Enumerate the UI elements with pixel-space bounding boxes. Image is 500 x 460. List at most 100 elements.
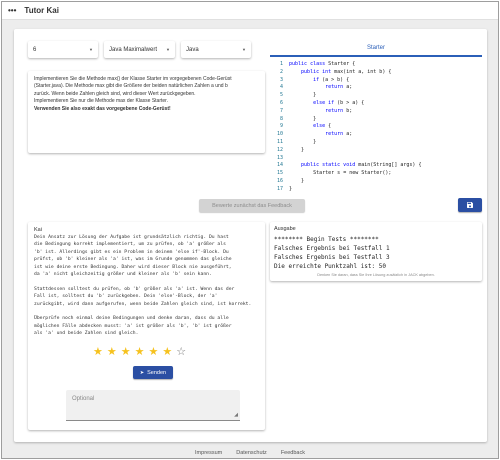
code-keyword: return	[289, 84, 347, 91]
code-line: 14 public static void main(String[] args…	[270, 162, 482, 170]
kai-feedback-line: zurückgibt, wird dann aufgerufen, wenn b…	[34, 301, 252, 307]
star-filled-icon[interactable]: ★	[121, 347, 131, 358]
code-keyword: public static void	[289, 162, 359, 169]
output-line: Die erreichte Punktzahl ist: 50	[274, 263, 386, 270]
main-card: 6 ▼ Java Maximalwert ▼ Java ▼ Implementi…	[14, 29, 487, 442]
footer-link-datenschutz[interactable]: Datenschutz	[236, 450, 267, 456]
save-button[interactable]	[458, 198, 482, 212]
line-number: 17	[276, 185, 283, 192]
code-text: a;	[346, 84, 353, 91]
send-button[interactable]: ➤ Senden	[133, 366, 173, 379]
line-number: 6	[279, 99, 283, 106]
kai-feedback-panel: Kai Dein Ansatz zur Lösung der Aufgabe i…	[28, 222, 265, 430]
line-number: 10	[276, 131, 283, 138]
line-number: 4	[279, 84, 283, 91]
kai-feedback-line: möglichen Fälle abdecken musst: 'a' ist …	[34, 323, 232, 329]
kai-feedback-line	[34, 308, 260, 315]
code-text: max(int a, int b) {	[334, 68, 392, 75]
kai-feedback-line: prüfst, ob 'b' kleiner als 'a' ist, was …	[34, 257, 232, 263]
star-filled-icon[interactable]: ★	[135, 347, 145, 358]
task-line: Implementieren Sie nur die Methode max d…	[34, 98, 168, 105]
app-bar: ••• Tutor Kai	[2, 2, 498, 20]
code-text: main(String[] args) {	[358, 162, 422, 169]
line-number: 2	[279, 68, 283, 75]
output-panel: Ausgabe ******** Begin Tests ******** Fal…	[270, 222, 482, 281]
code-line: 5 }	[270, 92, 482, 100]
caret-down-icon: ▼	[242, 47, 246, 52]
star-empty-icon[interactable]: ☆	[176, 347, 186, 358]
code-text: }	[289, 146, 305, 153]
caret-down-icon: ▼	[89, 47, 93, 52]
app-frame: ••• Tutor Kai 6 ▼ Java Maximalwert ▼ Jav…	[1, 1, 499, 459]
output-line: Falsches Ergebnis bei Testfall 3	[274, 254, 390, 261]
send-label: Senden	[147, 369, 167, 376]
caret-down-icon: ▼	[166, 47, 170, 52]
code-editor[interactable]: 1 public class Starter {2 public int max(…	[270, 60, 482, 210]
code-text: a;	[346, 131, 353, 138]
language-value: Java	[186, 46, 199, 53]
code-line: 6 else if (b > a) {	[270, 100, 482, 108]
kai-feedback-line: die Bedingung korrekt implementiert, um …	[34, 242, 226, 248]
line-number: 9	[279, 123, 283, 130]
optional-comment-field[interactable]: Optional ◢	[66, 390, 240, 421]
code-line: 17}	[270, 186, 482, 194]
tab-starter-label: Starter	[366, 45, 385, 51]
kai-feedback-line: da 'a' nicht gleichzeitig größer und kle…	[34, 271, 212, 277]
star-filled-icon[interactable]: ★	[162, 347, 172, 358]
code-line: 11 }	[270, 139, 482, 147]
kai-feedback-line: Fall ist, solltest du 'b' zurückgeben. D…	[34, 294, 218, 300]
line-number: 14	[276, 162, 283, 169]
line-number: 12	[276, 146, 283, 153]
task-description: Implementieren Sie die Methode max() der…	[28, 71, 265, 153]
footer-link-impressum[interactable]: Impressum	[195, 450, 222, 456]
line-number: 16	[276, 177, 283, 184]
kai-feedback-line: Stattdessen solltest du prüfen, ob 'b' g…	[34, 286, 235, 292]
task-line: zurück. Wenn beide Zahlen gleich sind, w…	[34, 90, 196, 97]
code-keyword: return	[289, 131, 347, 138]
tab-starter[interactable]: Starter	[270, 41, 482, 57]
task-line-emphasis: Verwenden Sie also exakt das vorgegebene…	[34, 105, 171, 112]
line-number: 3	[279, 76, 283, 83]
code-text: (b > a) {	[337, 99, 365, 106]
code-line: 15 Starter s = new Starter();	[270, 170, 482, 178]
task-number-select[interactable]: 6 ▼	[28, 41, 98, 58]
kai-feedback-text: Dein Ansatz zur Lösung der Aufgabe ist g…	[34, 234, 260, 337]
code-keyword: else	[289, 123, 329, 130]
footer-link-feedback[interactable]: Feedback	[281, 450, 305, 456]
app-title: Tutor Kai	[24, 6, 59, 15]
star-filled-icon[interactable]: ★	[149, 347, 159, 358]
resize-handle-icon[interactable]: ◢	[234, 413, 238, 418]
rate-feedback-label: Bewerte zunächst das Feedback	[212, 202, 292, 209]
code-line: 8 }	[270, 116, 482, 124]
code-keyword: return	[289, 107, 347, 114]
star-rating[interactable]: ★ ★ ★ ★ ★ ★ ☆	[93, 347, 186, 358]
kai-feedback-line: ist wie deine erste Bedingung. Daher wir…	[34, 264, 232, 270]
task-number-value: 6	[33, 46, 37, 53]
kai-feedback-line: Überprüfe noch einmal deine Bedingungen …	[34, 316, 229, 322]
line-number: 8	[279, 115, 283, 122]
kai-feedback-line	[34, 278, 260, 285]
kai-feedback-line: 'b' ist. Allerdings gibt es ein Problem …	[34, 249, 229, 255]
code-text: }	[289, 138, 317, 145]
star-filled-icon[interactable]: ★	[93, 347, 103, 358]
send-icon: ➤	[139, 369, 145, 376]
star-filled-icon[interactable]: ★	[107, 347, 117, 358]
task-line: Implementieren Sie die Methode max() der…	[34, 76, 232, 82]
line-number: 13	[276, 154, 283, 161]
code-text: Starter s = new Starter();	[313, 170, 392, 177]
rate-feedback-first-button[interactable]: Bewerte zunächst das Feedback	[199, 199, 305, 212]
code-line: 13	[270, 155, 482, 163]
output-note: Denken Sie daran, dass Sie Ihre Lösung z…	[317, 273, 435, 277]
more-horizontal-icon[interactable]: •••	[8, 6, 16, 15]
output-text: ******** Begin Tests ******** Falsches Er…	[274, 235, 390, 271]
code-keyword: else if	[289, 99, 338, 106]
language-select[interactable]: Java ▼	[181, 41, 251, 58]
code-line: 9 else {	[270, 123, 482, 131]
task-name-select[interactable]: Java Maximalwert ▼	[104, 41, 175, 58]
line-number: 7	[279, 107, 283, 114]
output-title: Ausgabe	[274, 226, 296, 232]
code-keyword: public class	[289, 61, 329, 67]
optional-placeholder: Optional	[72, 396, 95, 402]
task-line: (Starter.java). Die Methode max gibt die…	[34, 83, 228, 90]
line-number: 11	[276, 138, 283, 145]
